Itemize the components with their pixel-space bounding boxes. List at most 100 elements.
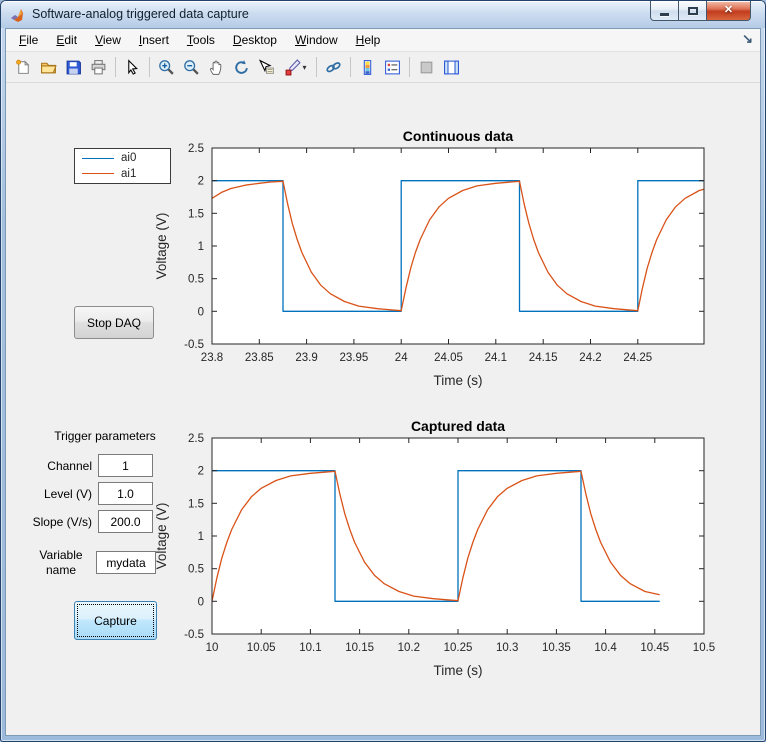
captured-data-chart: 1010.0510.110.1510.210.2510.310.3510.410… <box>151 417 731 685</box>
svg-text:24: 24 <box>395 352 408 364</box>
menu-file[interactable]: File <box>10 30 47 50</box>
figure-canvas: ai0ai1 23.823.8523.923.952424.0524.124.1… <box>6 84 760 735</box>
svg-text:24.2: 24.2 <box>579 352 601 364</box>
zoom-out-button[interactable] <box>179 55 204 80</box>
svg-text:10.2: 10.2 <box>398 642 420 654</box>
svg-text:0.5: 0.5 <box>188 274 204 286</box>
svg-text:24.15: 24.15 <box>529 352 558 364</box>
brush-button[interactable]: ▾ <box>279 55 312 80</box>
menu-edit[interactable]: Edit <box>47 30 86 50</box>
show-plot-tools-icon <box>443 59 460 76</box>
menu-help[interactable]: Help <box>347 30 390 50</box>
svg-text:10.3: 10.3 <box>496 642 518 654</box>
toolbar: ▾ <box>6 52 760 83</box>
data-cursor-icon <box>258 59 275 76</box>
svg-text:0.5: 0.5 <box>188 564 204 576</box>
variable-name-label: Variable name <box>30 548 92 577</box>
zoom-in-icon <box>158 59 175 76</box>
pan-button[interactable] <box>204 55 229 80</box>
menu-desktop[interactable]: Desktop <box>224 30 286 50</box>
svg-text:23.85: 23.85 <box>245 352 274 364</box>
close-button[interactable]: ✕ <box>706 1 751 21</box>
svg-text:1.5: 1.5 <box>188 208 204 220</box>
menu-tools[interactable]: Tools <box>178 30 224 50</box>
brush-dropdown-caret[interactable]: ▾ <box>302 63 306 72</box>
channel-input[interactable] <box>98 454 153 477</box>
minimize-icon <box>660 13 669 16</box>
slope-label: Slope (V/s) <box>6 515 92 529</box>
legend-line-sample <box>82 173 114 174</box>
close-icon: ✕ <box>724 5 733 16</box>
channel-field-row: Channel <box>6 454 153 477</box>
insert-colorbar-icon <box>359 59 376 76</box>
svg-text:10.5: 10.5 <box>693 642 715 654</box>
slope-input[interactable] <box>98 510 153 533</box>
svg-text:23.95: 23.95 <box>340 352 369 364</box>
svg-text:Voltage (V): Voltage (V) <box>154 213 169 280</box>
window-title: Software-analog triggered data capture <box>32 1 249 28</box>
continuous-data-chart: 23.823.8523.923.952424.0524.124.1524.224… <box>151 127 731 395</box>
svg-text:10.25: 10.25 <box>444 642 473 654</box>
variable-name-field-row: Variable name <box>6 550 156 575</box>
matlab-figure-window: Software-analog triggered data capture ✕… <box>0 0 766 742</box>
toolbar-separator <box>350 57 351 77</box>
dock-figure-icon[interactable]: ↘ <box>742 31 753 47</box>
minimize-button[interactable] <box>650 1 679 21</box>
menu-items: FileEditViewInsertToolsDesktopWindowHelp <box>10 30 389 50</box>
variable-name-input[interactable] <box>96 551 156 574</box>
level-input[interactable] <box>98 482 153 505</box>
insert-legend-icon <box>384 59 401 76</box>
svg-text:1: 1 <box>198 531 204 543</box>
toolbar-separator <box>316 57 317 77</box>
svg-text:10.4: 10.4 <box>594 642 617 654</box>
print-figure-button[interactable] <box>86 55 111 80</box>
show-plot-tools-button[interactable] <box>439 55 464 80</box>
menu-window[interactable]: Window <box>286 30 347 50</box>
svg-text:2: 2 <box>198 466 204 478</box>
pointer-button[interactable] <box>120 55 145 80</box>
toolbar-separator <box>409 57 410 77</box>
new-figure-button[interactable] <box>11 55 36 80</box>
svg-text:Time (s): Time (s) <box>434 373 483 388</box>
open-file-button[interactable] <box>36 55 61 80</box>
svg-text:-0.5: -0.5 <box>184 629 204 641</box>
rotate-3d-button[interactable] <box>229 55 254 80</box>
svg-text:10: 10 <box>206 642 219 654</box>
open-file-icon <box>40 59 57 76</box>
legend-label: ai0 <box>121 152 136 164</box>
link-plots-icon <box>325 59 342 76</box>
svg-text:1.5: 1.5 <box>188 498 204 510</box>
svg-text:Time (s): Time (s) <box>434 663 483 678</box>
hide-plot-tools-button[interactable] <box>414 55 439 80</box>
svg-text:10.45: 10.45 <box>640 642 669 654</box>
data-cursor-button[interactable] <box>254 55 279 80</box>
titlebar[interactable]: Software-analog triggered data capture ✕ <box>1 1 765 28</box>
svg-text:24.05: 24.05 <box>434 352 463 364</box>
link-plots-button[interactable] <box>321 55 346 80</box>
print-figure-icon <box>90 59 107 76</box>
legend-line-sample <box>82 158 114 159</box>
insert-colorbar-button[interactable] <box>355 55 380 80</box>
brush-icon <box>284 59 301 76</box>
capture-button[interactable]: Capture <box>74 601 157 640</box>
svg-text:Captured data: Captured data <box>411 418 505 434</box>
stop-daq-button[interactable]: Stop DAQ <box>74 306 154 339</box>
window-controls: ✕ <box>651 1 751 21</box>
window-client-area: FileEditViewInsertToolsDesktopWindowHelp… <box>5 28 761 736</box>
svg-text:0: 0 <box>198 596 204 608</box>
level-label: Level (V) <box>6 487 92 501</box>
svg-text:0: 0 <box>198 306 204 318</box>
insert-legend-button[interactable] <box>380 55 405 80</box>
level-field-row: Level (V) <box>6 482 153 505</box>
svg-text:24.1: 24.1 <box>485 352 507 364</box>
menu-insert[interactable]: Insert <box>130 30 178 50</box>
channel-label: Channel <box>6 459 92 473</box>
menu-view[interactable]: View <box>86 30 130 50</box>
svg-text:2: 2 <box>198 176 204 188</box>
svg-text:24.25: 24.25 <box>623 352 652 364</box>
maximize-button[interactable] <box>678 1 707 21</box>
zoom-in-button[interactable] <box>154 55 179 80</box>
save-figure-button[interactable] <box>61 55 86 80</box>
save-figure-icon <box>65 59 82 76</box>
menu-bar: FileEditViewInsertToolsDesktopWindowHelp… <box>6 29 760 52</box>
